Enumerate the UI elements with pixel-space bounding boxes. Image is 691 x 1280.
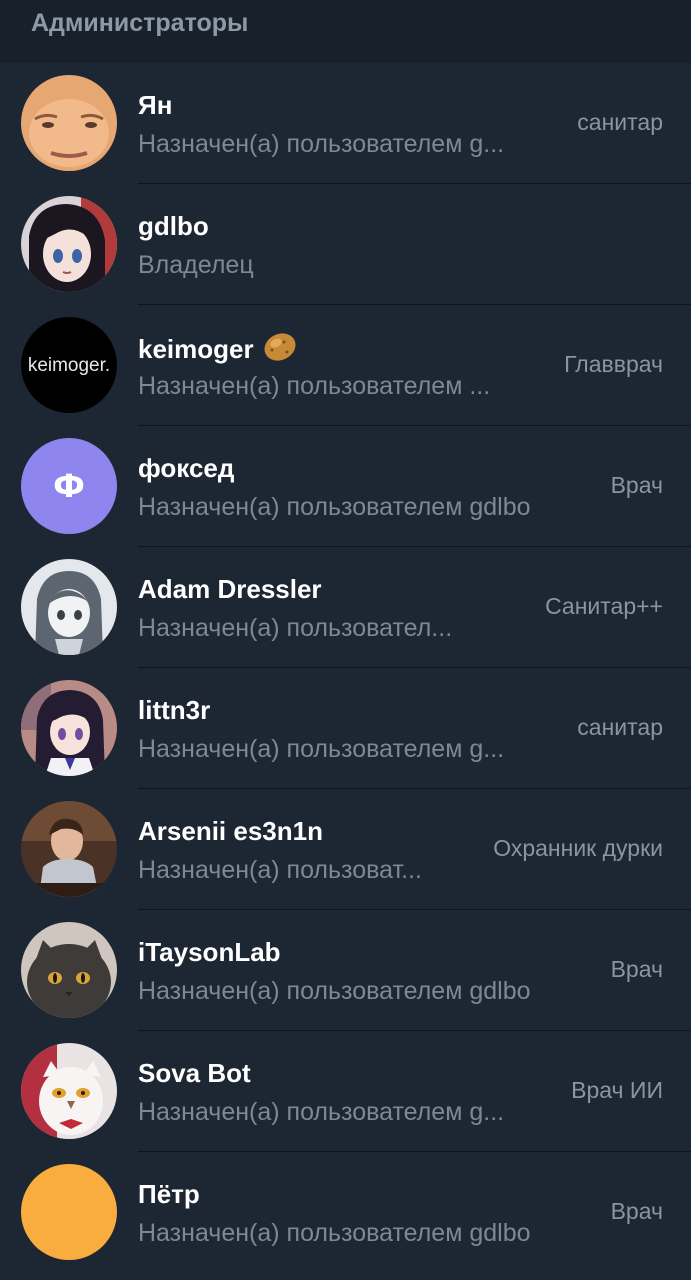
admin-row-littn3r[interactable]: littn3r Назначен(а) пользователем g... с… — [0, 668, 691, 789]
admin-row-arsenii[interactable]: Arsenii es3n1n Назначен(а) пользоват... … — [0, 789, 691, 910]
avatar-logo-text: keimoger. — [28, 355, 110, 376]
avatar[interactable] — [21, 1164, 117, 1260]
admin-row-keimoger[interactable]: keimoger. keimoger Назначен(а) пользоват… — [0, 305, 691, 426]
avatar-background — [21, 1164, 117, 1260]
admin-name: littn3r — [138, 695, 211, 725]
admin-subtitle: Назначен(а) пользователем gdlbo — [138, 493, 531, 521]
avatar[interactable] — [21, 196, 117, 292]
admin-name: keimoger — [138, 330, 300, 372]
admin-list: Ян Назначен(а) пользователем g... санита… — [0, 63, 691, 1273]
section-title: Администраторы — [31, 9, 249, 37]
admin-subtitle: Назначен(а) пользоват... — [138, 856, 422, 884]
admin-subtitle: Назначен(а) пользователем g... — [138, 130, 505, 158]
admin-name: gdlbo — [138, 211, 209, 241]
admin-role: Врач — [610, 1198, 663, 1224]
admin-role: Охранник дурки — [493, 835, 663, 861]
admin-role: Врач ИИ — [571, 1077, 663, 1103]
admin-name: Пётр — [138, 1179, 200, 1209]
admin-subtitle: Назначен(а) пользовател... — [138, 614, 453, 642]
admin-subtitle: Владелец — [138, 251, 254, 279]
avatar-letter: Ф — [53, 467, 85, 505]
admin-row-foxed[interactable]: Ф фоксед Назначен(а) пользователем gdlbo… — [0, 426, 691, 547]
admin-name-text: keimoger — [138, 333, 254, 364]
admin-role: Главврач — [564, 351, 663, 377]
admin-name: фоксед — [138, 453, 235, 483]
avatar[interactable] — [21, 922, 117, 1018]
avatar[interactable] — [21, 801, 117, 897]
admin-role: Врач — [610, 956, 663, 982]
admin-role: Санитар++ — [545, 593, 663, 619]
admin-subtitle: Назначен(а) пользователем g... — [138, 735, 505, 763]
admin-subtitle: Назначен(а) пользователем g... — [138, 1098, 505, 1126]
admin-name: Ян — [138, 90, 173, 120]
admin-name: Sova Bot — [138, 1058, 251, 1088]
admin-name: Arsenii es3n1n — [138, 816, 323, 846]
admin-subtitle: Назначен(а) пользователем gdlbo — [138, 1219, 531, 1247]
admin-row-adam-dressler[interactable]: Adam Dressler Назначен(а) пользовател...… — [0, 547, 691, 668]
admin-role: санитар — [577, 109, 663, 135]
admin-name: iTaysonLab — [138, 937, 281, 967]
admin-subtitle: Назначен(а) пользователем ... — [138, 372, 491, 400]
admin-role: Врач — [610, 472, 663, 498]
section-header: Администраторы — [0, 0, 691, 63]
avatar[interactable] — [21, 1043, 117, 1139]
admin-role: санитар — [577, 714, 663, 740]
admin-subtitle: Назначен(а) пользователем gdlbo — [138, 977, 531, 1005]
avatar[interactable] — [21, 559, 117, 655]
avatar[interactable]: keimoger. — [21, 317, 117, 413]
admin-name: Adam Dressler — [138, 574, 322, 604]
admin-row-yan[interactable]: Ян Назначен(а) пользователем g... санита… — [0, 63, 691, 184]
potato-emoji — [260, 330, 300, 372]
admins-screen: Администраторы Ян Назначен(а) пользовате… — [0, 0, 691, 1280]
admin-row-petr[interactable]: Пётр Назначен(а) пользователем gdlbo Вра… — [0, 1152, 691, 1273]
admin-row-itaysonlab[interactable]: iTaysonLab Назначен(а) пользователем gdl… — [0, 910, 691, 1031]
avatar[interactable] — [21, 680, 117, 776]
admin-row-sova-bot[interactable]: Sova Bot Назначен(а) пользователем g... … — [0, 1031, 691, 1152]
avatar[interactable]: Ф — [21, 438, 117, 534]
avatar[interactable] — [21, 75, 117, 171]
admin-row-gdlbo[interactable]: gdlbo Владелец — [0, 184, 691, 305]
